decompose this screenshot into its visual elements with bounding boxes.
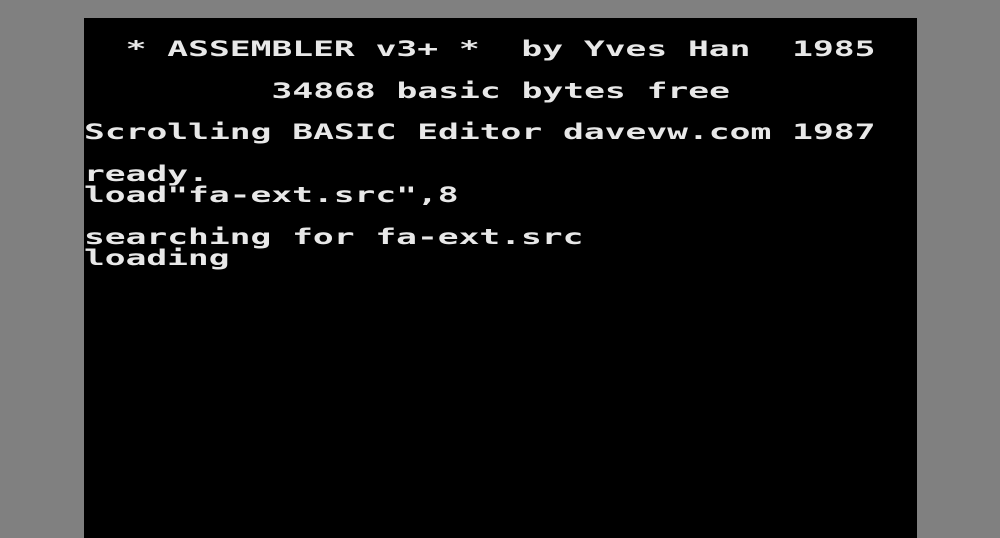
banner-title-line: * ASSEMBLER v3+ * by Yves Han 1985 [84, 36, 876, 62]
ready-prompt: ready. [84, 161, 209, 187]
loading-status: loading [84, 245, 230, 271]
emulator-screen[interactable]: * ASSEMBLER v3+ * by Yves Han 1985 34868… [84, 18, 917, 538]
editor-credit-line: Scrolling BASIC Editor davevw.com 1987 [84, 119, 876, 145]
free-bytes-line: 34868 basic bytes free [84, 78, 730, 104]
searching-status: searching for fa-ext.src [84, 224, 584, 250]
load-command: load"fa-ext.src",8 [84, 182, 459, 208]
